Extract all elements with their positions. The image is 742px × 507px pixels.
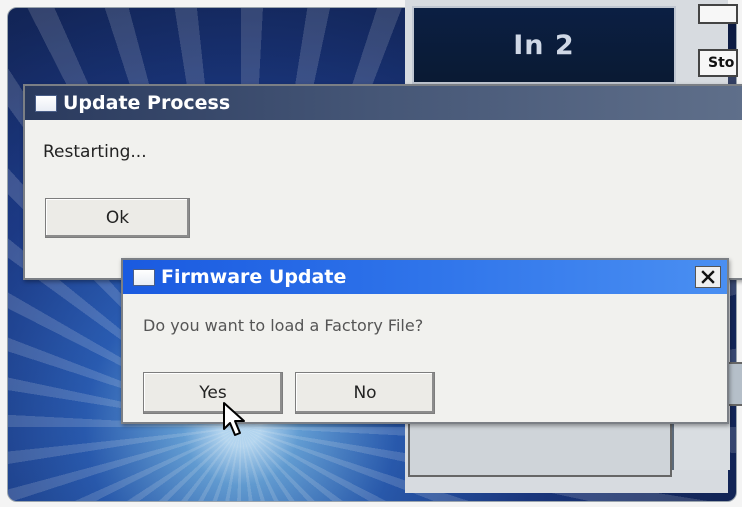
yes-button[interactable]: Yes (143, 372, 283, 414)
window-icon (133, 268, 155, 286)
stop-button[interactable]: Sto (698, 49, 738, 77)
channel-display[interactable]: In 2 (412, 6, 676, 84)
factory-file-question: Do you want to load a Factory File? (143, 316, 424, 335)
window-icon (35, 94, 57, 112)
no-button[interactable]: No (295, 372, 435, 414)
side-button-top[interactable] (698, 4, 738, 24)
restarting-message: Restarting... (43, 142, 147, 162)
firmware-update-titlebar[interactable]: Firmware Update (123, 260, 727, 294)
update-process-titlebar[interactable]: Update Process (25, 86, 742, 120)
update-process-window: Update Process Restarting... Ok (23, 84, 742, 280)
mouse-cursor-icon (223, 402, 245, 436)
channel-label: In 2 (513, 29, 575, 61)
firmware-update-title: Firmware Update (161, 266, 347, 288)
firmware-update-dialog: Firmware Update Do you want to load a Fa… (121, 258, 729, 424)
update-process-title: Update Process (63, 92, 231, 114)
stop-button-label: Sto (708, 55, 735, 71)
ok-button[interactable]: Ok (45, 198, 190, 238)
close-button[interactable] (695, 266, 721, 288)
close-icon (701, 270, 715, 284)
